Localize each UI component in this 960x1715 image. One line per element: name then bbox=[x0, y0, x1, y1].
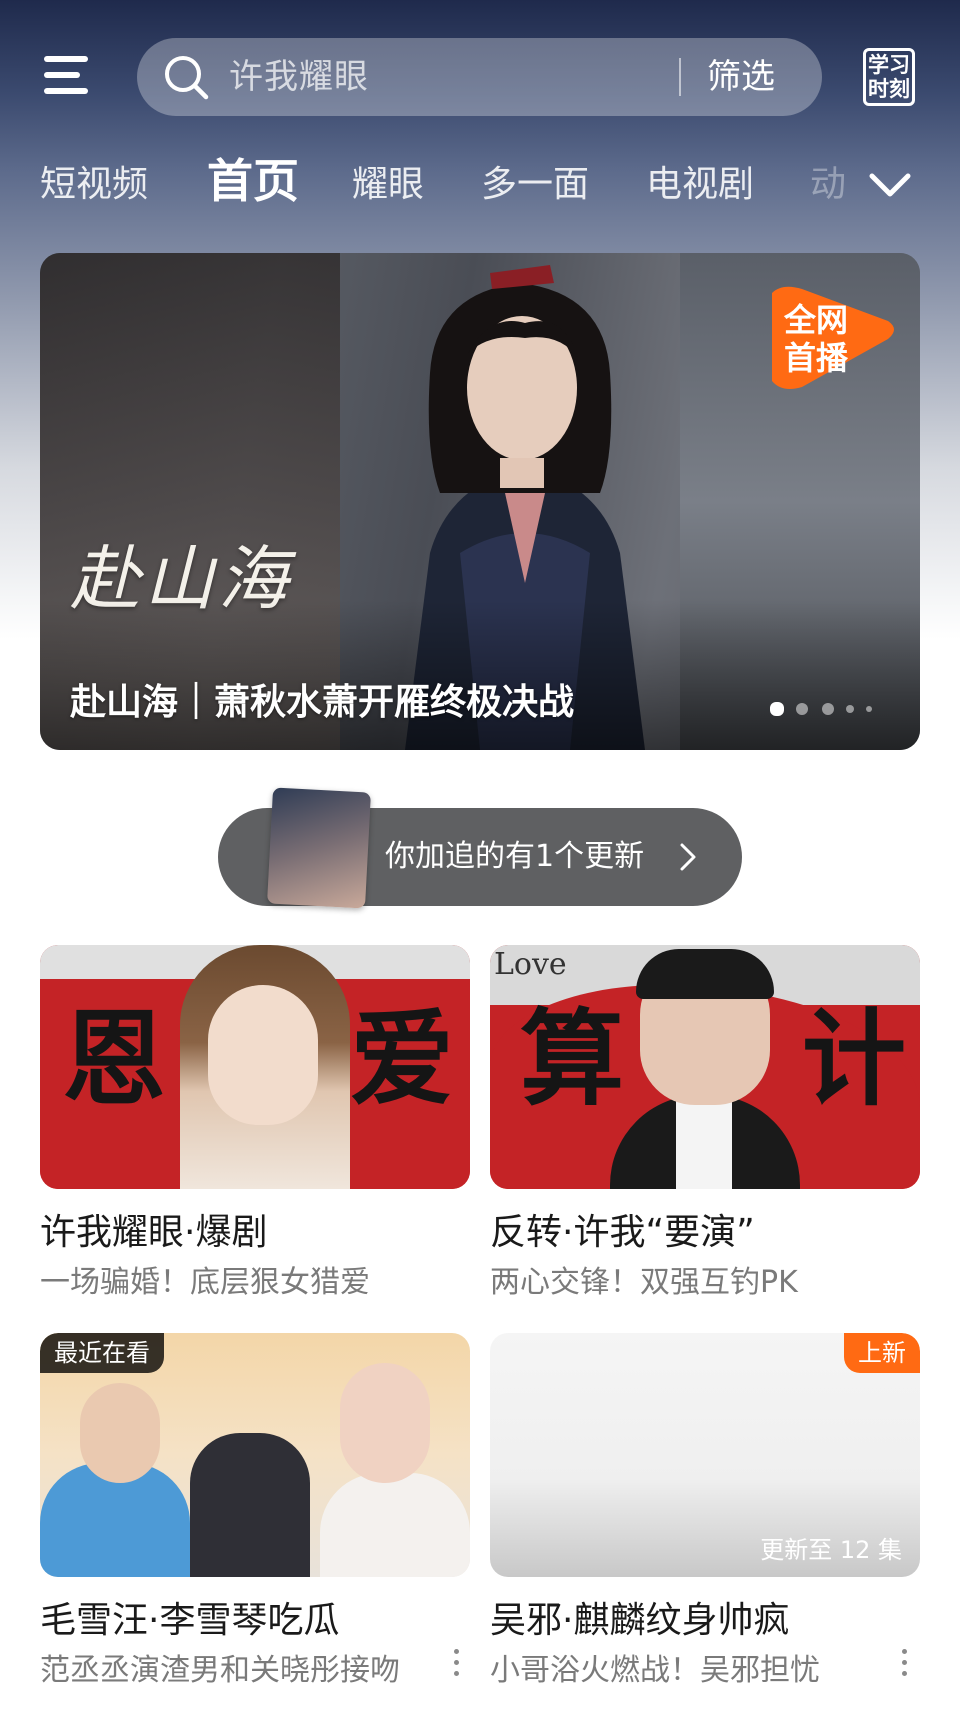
chevron-right-icon bbox=[680, 843, 696, 871]
hero-banner[interactable]: 赴山海 全网 首播 赴山海｜萧秋水萧开雁终极决战 bbox=[40, 253, 920, 750]
tab-duoyimian[interactable]: 多一面 bbox=[481, 150, 589, 220]
hero-title: 赴山海｜萧秋水萧开雁终极决战 bbox=[70, 682, 575, 723]
channel-tabs: 短视频 首页 耀眼 多一面 电视剧 动 bbox=[0, 150, 960, 220]
hero-premiere-badge: 全网 首播 bbox=[772, 286, 894, 389]
follow-thumbnail bbox=[267, 787, 371, 909]
card-title: 许我耀眼·爆剧 bbox=[40, 1212, 268, 1253]
card-title: 吴邪·麒麟纹身帅疯 bbox=[490, 1600, 790, 1641]
card-subtitle: 两心交锋！双强互钓PK bbox=[490, 1265, 798, 1300]
svg-text:全网: 全网 bbox=[783, 302, 848, 338]
episode-update-label: 更新至 12 集 bbox=[760, 1536, 902, 1564]
svg-text:首播: 首播 bbox=[784, 340, 849, 376]
tab-anime[interactable]: 动 bbox=[810, 150, 846, 220]
search-icon bbox=[165, 56, 209, 100]
new-badge: 上新 bbox=[844, 1333, 920, 1373]
card-thumbnail: 最近在看 bbox=[40, 1333, 470, 1577]
card-thumbnail: 上新 更新至 12 集 bbox=[490, 1333, 920, 1577]
tab-tv-series[interactable]: 电视剧 bbox=[646, 150, 754, 220]
carousel-dot bbox=[866, 706, 872, 712]
card-thumbnail: 恩 爱 bbox=[40, 945, 470, 1189]
search-bar[interactable]: 许我耀眼 筛选 bbox=[137, 38, 822, 116]
card-thumbnail: Love 算 计 bbox=[490, 945, 920, 1189]
filter-button[interactable]: 筛选 bbox=[707, 38, 775, 116]
tab-short-video[interactable]: 短视频 bbox=[40, 150, 148, 220]
search-input[interactable]: 许我耀眼 bbox=[229, 38, 369, 116]
more-options-icon[interactable] bbox=[898, 1649, 910, 1679]
carousel-dot bbox=[822, 703, 834, 715]
carousel-dot bbox=[846, 705, 854, 713]
carousel-dot bbox=[796, 703, 808, 715]
menu-icon bbox=[44, 56, 88, 62]
search-divider bbox=[679, 58, 681, 96]
card-title: 反转·许我“要演” bbox=[490, 1212, 755, 1253]
card-title: 毛雪汪·李雪琴吃瓜 bbox=[40, 1600, 340, 1641]
card-subtitle: 小哥浴火燃战！吴邪担忧 bbox=[490, 1653, 820, 1688]
card-subtitle: 一场骗婚！底层狠女猎爱 bbox=[40, 1265, 370, 1300]
card-subtitle: 范丞丞演渣男和关晓彤接吻 bbox=[40, 1653, 400, 1688]
more-options-icon[interactable] bbox=[450, 1649, 462, 1679]
menu-button[interactable] bbox=[40, 52, 96, 98]
tab-yaoyan[interactable]: 耀眼 bbox=[352, 150, 424, 220]
tab-home[interactable]: 首页 bbox=[207, 146, 299, 216]
carousel-dot bbox=[770, 702, 784, 716]
follow-updates-label: 你加追的有1个更新 bbox=[385, 839, 645, 874]
recently-watched-badge: 最近在看 bbox=[40, 1333, 164, 1373]
study-moment-button[interactable]: 学习 时刻 bbox=[863, 48, 915, 106]
chevron-down-icon[interactable] bbox=[868, 168, 912, 204]
